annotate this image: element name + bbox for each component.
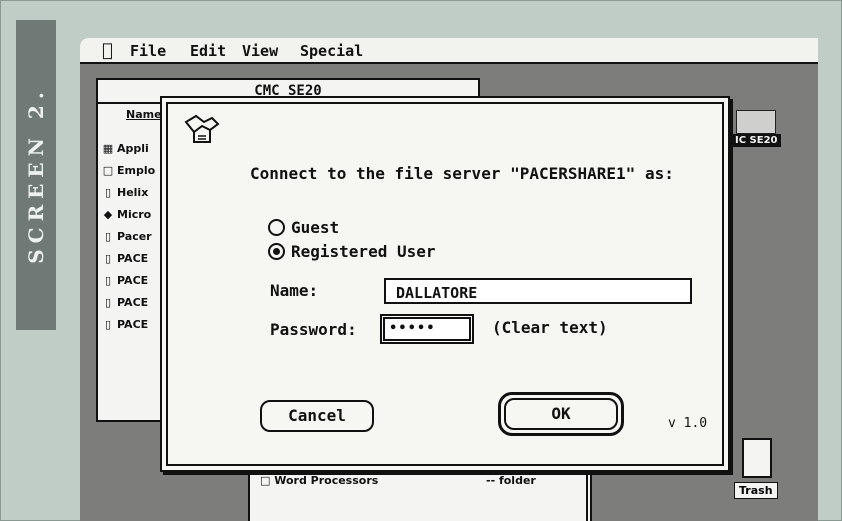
document-icon: ▯ bbox=[104, 186, 112, 199]
server-volume-label: IC SE20 bbox=[732, 134, 781, 147]
list-item[interactable]: ▯ PACE bbox=[102, 296, 148, 309]
guest-radio[interactable]: Guest bbox=[268, 218, 339, 237]
list-item[interactable]: ▦ Appli bbox=[102, 142, 149, 155]
guest-label: Guest bbox=[291, 218, 340, 237]
password-field[interactable]: ••••• bbox=[380, 314, 474, 344]
app-folder-icon: ▦ bbox=[102, 142, 114, 155]
name-label: Name: bbox=[270, 281, 319, 300]
apple-menu-icon[interactable]:  bbox=[102, 40, 113, 61]
list-item[interactable]: □ Word Processors bbox=[260, 474, 378, 487]
list-item[interactable]: ▯ Pacer bbox=[102, 230, 152, 243]
side-label: SCREEN 2. bbox=[24, 86, 48, 264]
mac-screen:  File Edit View Special CMC SE20 Name ▦… bbox=[80, 38, 818, 521]
document-icon: ▯ bbox=[104, 318, 112, 331]
server-volume-icon[interactable]: IC SE20 bbox=[732, 110, 788, 148]
name-field[interactable]: DALLATORE bbox=[384, 278, 692, 304]
application-icon: ◆ bbox=[103, 208, 113, 221]
connect-prompt: Connect to the file server "PACERSHARE1"… bbox=[250, 164, 674, 183]
password-label: Password: bbox=[270, 320, 357, 339]
registered-user-radio[interactable]: Registered User bbox=[268, 242, 436, 261]
document-icon: ▯ bbox=[104, 252, 112, 265]
folder-icon: □ bbox=[102, 164, 114, 177]
list-item[interactable]: ▯ PACE bbox=[102, 318, 148, 331]
ok-button-label: OK bbox=[504, 398, 618, 430]
menu-bar:  File Edit View Special bbox=[80, 38, 818, 64]
menu-special[interactable]: Special bbox=[300, 42, 363, 60]
ok-button[interactable]: OK bbox=[498, 392, 624, 436]
list-item[interactable]: ▯ PACE bbox=[102, 252, 148, 265]
version-text: v 1.0 bbox=[668, 416, 708, 431]
menu-view[interactable]: View bbox=[242, 42, 278, 60]
password-value: ••••• bbox=[383, 317, 471, 341]
list-item[interactable]: □ Emplo bbox=[102, 164, 155, 177]
menu-file[interactable]: File bbox=[130, 42, 166, 60]
document-icon: ▯ bbox=[104, 296, 112, 309]
radio-button-selected bbox=[268, 243, 285, 260]
trash-label: Trash bbox=[734, 482, 778, 499]
list-item[interactable]: ▯ PACE bbox=[102, 274, 148, 287]
clear-text-label: (Clear text) bbox=[492, 318, 608, 337]
list-item[interactable]: ▯ Helix bbox=[102, 186, 148, 199]
trash-icon[interactable]: Trash bbox=[732, 438, 782, 504]
radio-button bbox=[268, 219, 285, 236]
name-column-header[interactable]: Name bbox=[126, 108, 162, 121]
trash-can-icon bbox=[742, 438, 772, 478]
disk-icon bbox=[736, 110, 776, 134]
list-item[interactable]: ◆ Micro bbox=[102, 208, 151, 221]
kind-cell: -- folder bbox=[486, 474, 536, 487]
document-icon: ▯ bbox=[104, 230, 112, 243]
connect-dialog: Connect to the file server "PACERSHARE1"… bbox=[160, 96, 730, 472]
document-icon: ▯ bbox=[104, 274, 112, 287]
registered-user-label: Registered User bbox=[291, 242, 436, 261]
menu-edit[interactable]: Edit bbox=[190, 42, 226, 60]
side-label-tab: SCREEN 2. bbox=[16, 20, 56, 330]
file-server-icon bbox=[184, 114, 220, 143]
folder-icon: □ bbox=[260, 474, 275, 487]
cancel-button[interactable]: Cancel bbox=[260, 400, 374, 432]
